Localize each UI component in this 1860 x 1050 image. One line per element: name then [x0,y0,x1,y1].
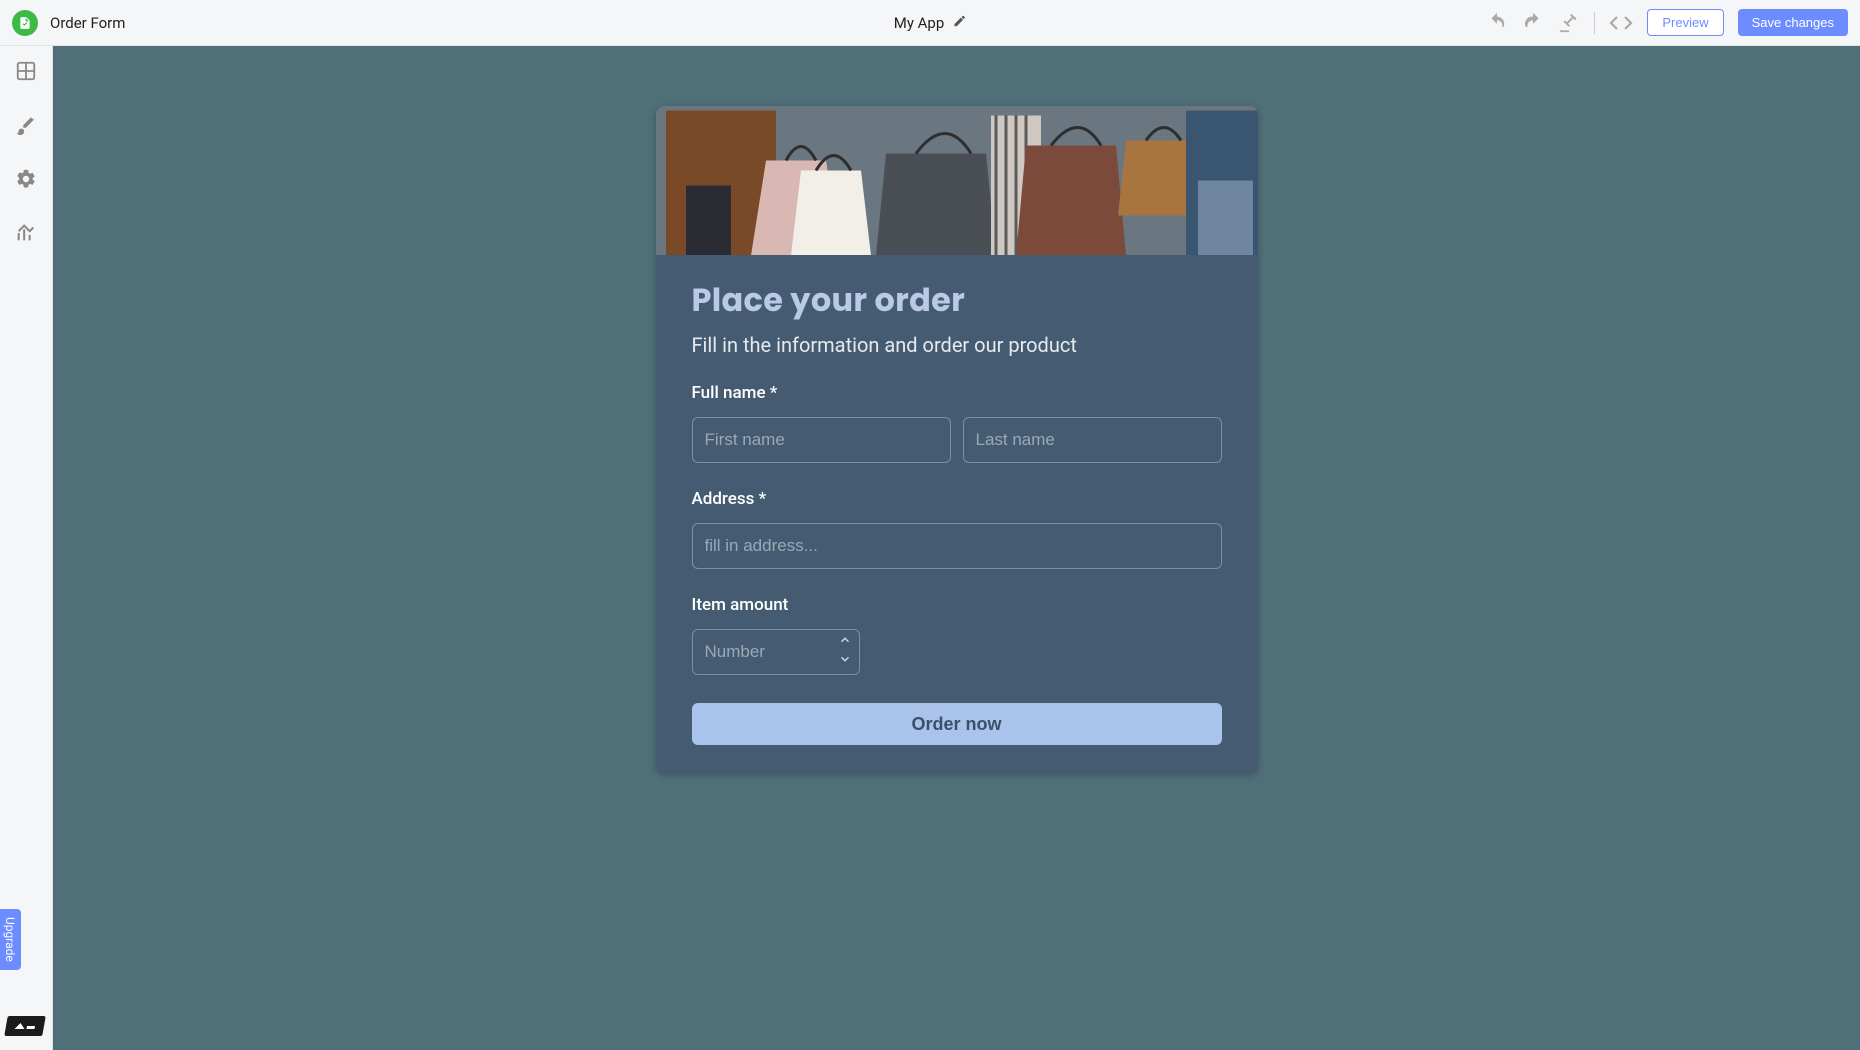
item-amount-label: Item amount [692,595,1222,615]
redo-icon[interactable] [1522,12,1544,34]
toolbar-divider [1594,12,1595,34]
form-subtitle: Fill in the information and order our pr… [692,333,1222,357]
corner-badge[interactable] [4,1016,46,1036]
code-icon[interactable] [1609,11,1633,35]
save-changes-button[interactable]: Save changes [1738,9,1848,36]
address-label: Address * [692,489,1222,509]
page-name[interactable]: Order Form [50,14,125,32]
quantity-stepper [838,633,852,669]
brush-icon[interactable] [15,114,37,140]
order-now-button[interactable]: Order now [692,703,1222,745]
card-body: Place your order Fill in the information… [656,255,1258,773]
topbar-left: Order Form [12,10,125,36]
first-name-input[interactable] [692,417,951,463]
topbar: Order Form My App Preview Save changes [0,0,1860,46]
gavel-icon[interactable] [1558,12,1580,34]
form-title: Place your order [692,277,1222,325]
full-name-label: Full name * [692,383,1222,403]
chevron-up-icon[interactable] [838,633,852,650]
gear-icon[interactable] [15,168,37,194]
item-amount-input[interactable] [692,629,860,675]
canvas[interactable]: Place your order Fill in the information… [53,46,1860,1050]
field-full-name: Full name * [692,383,1222,463]
form-card: Place your order Fill in the information… [656,106,1258,773]
upgrade-tab[interactable]: Upgrade [0,909,21,970]
topbar-center: My App [894,13,967,32]
sidebar: Upgrade [0,46,53,1050]
chevron-down-icon[interactable] [838,652,852,669]
preview-button[interactable]: Preview [1647,9,1723,36]
last-name-input[interactable] [963,417,1222,463]
hero-image [656,106,1258,255]
topbar-right: Preview Save changes [1486,9,1848,36]
undo-icon[interactable] [1486,12,1508,34]
grid-icon[interactable] [15,60,37,86]
address-input[interactable] [692,523,1222,569]
field-address: Address * [692,489,1222,569]
analytics-icon[interactable] [15,222,37,248]
app-logo[interactable] [12,10,38,36]
field-item-amount: Item amount [692,595,1222,675]
logo-icon [18,16,32,30]
app-name[interactable]: My App [894,14,945,32]
rename-icon[interactable] [952,13,966,32]
